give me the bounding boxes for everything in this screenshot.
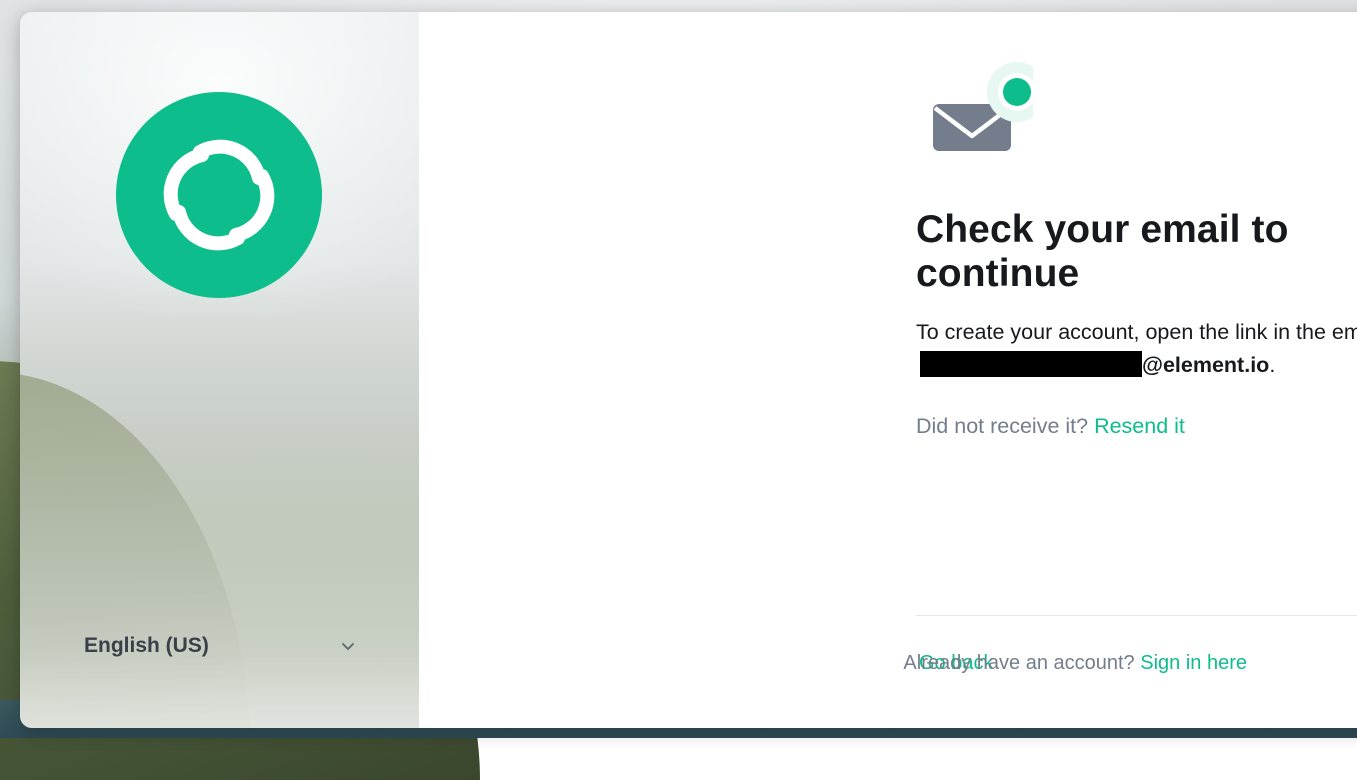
language-selector[interactable]: English (US)	[84, 626, 364, 666]
element-logo-icon	[116, 92, 322, 298]
email-sent-icon	[933, 62, 1033, 151]
page-title: Check your email to continue	[916, 208, 1289, 295]
resend-link[interactable]: Resend it	[1094, 414, 1185, 438]
sign-in-link[interactable]: Sign in here	[1140, 652, 1247, 674]
signin-prompt: Already have an account?	[903, 652, 1135, 674]
resend-prompt: Did not receive it?	[916, 414, 1089, 438]
signin-line: Already have an account? Sign in here	[903, 652, 1247, 675]
chevron-down-icon	[342, 643, 354, 650]
auth-side-panel: English (US)	[20, 12, 419, 728]
instruction-prefix: To create your account, open the link in…	[916, 320, 1357, 344]
footer-divider	[916, 615, 1357, 616]
side-panel-mist	[20, 362, 419, 728]
redacted-email-username	[920, 351, 1142, 377]
auth-card: English (US) Check your email to continu…	[20, 12, 1357, 728]
instruction-text: To create your account, open the link in…	[916, 316, 1357, 382]
instruction-suffix: .	[1269, 353, 1276, 377]
resend-line: Did not receive it? Resend it	[916, 414, 1185, 439]
auth-main-panel: Check your email to continue To create y…	[419, 12, 1357, 728]
email-domain: @element.io	[1142, 353, 1270, 377]
language-selected-label: English (US)	[84, 634, 209, 657]
